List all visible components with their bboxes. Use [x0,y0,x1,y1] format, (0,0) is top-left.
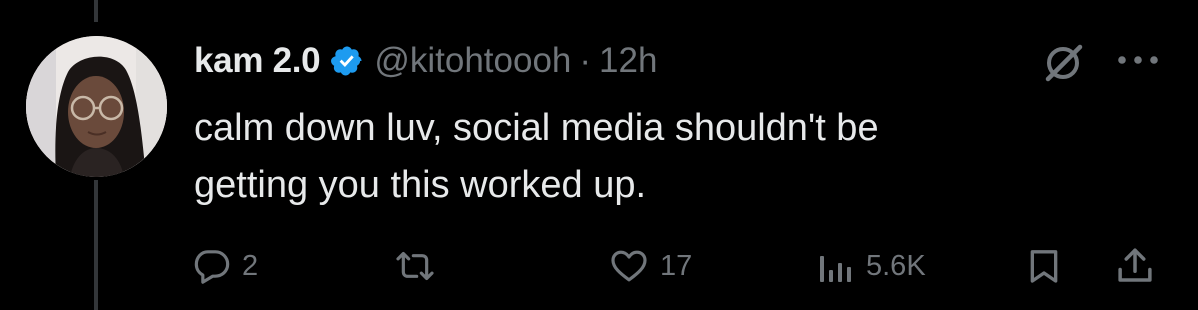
handle[interactable]: @kitohtoooh [374,41,571,81]
tweet-header: kam 2.0 @kitohtoooh · 12h [194,36,657,86]
reply-icon [192,246,232,286]
display-name[interactable]: kam 2.0 [194,41,321,81]
views-count: 5.6K [866,249,926,282]
share-icon [1114,244,1156,288]
bookmark-icon [1024,244,1064,288]
heart-icon [608,246,650,286]
tweet-text: calm down luv, social media shouldn't be… [194,100,1154,214]
retweet-button[interactable] [393,238,447,294]
tweet-text-line: calm down luv, social media shouldn't be [194,107,879,149]
views-icon [816,246,856,286]
share-button[interactable] [1114,238,1156,294]
bookmark-button[interactable] [1024,238,1064,294]
separator-dot: · [579,41,592,80]
timestamp[interactable]: 12h [599,41,657,81]
reply-button[interactable]: 2 [192,238,258,294]
thread-line-top [94,0,98,22]
more-icon[interactable] [1112,42,1164,78]
like-button[interactable]: 17 [608,238,692,294]
verified-badge-icon [330,44,364,78]
avatar[interactable] [26,36,167,177]
tweet-text-line: getting you this worked up. [194,164,647,206]
views-button[interactable]: 5.6K [816,238,926,294]
action-bar: 2 17 5.6K [0,238,1198,294]
retweet-icon [393,246,437,286]
reply-count: 2 [242,249,259,282]
grok-icon[interactable] [1042,42,1084,84]
like-count: 17 [660,249,693,282]
